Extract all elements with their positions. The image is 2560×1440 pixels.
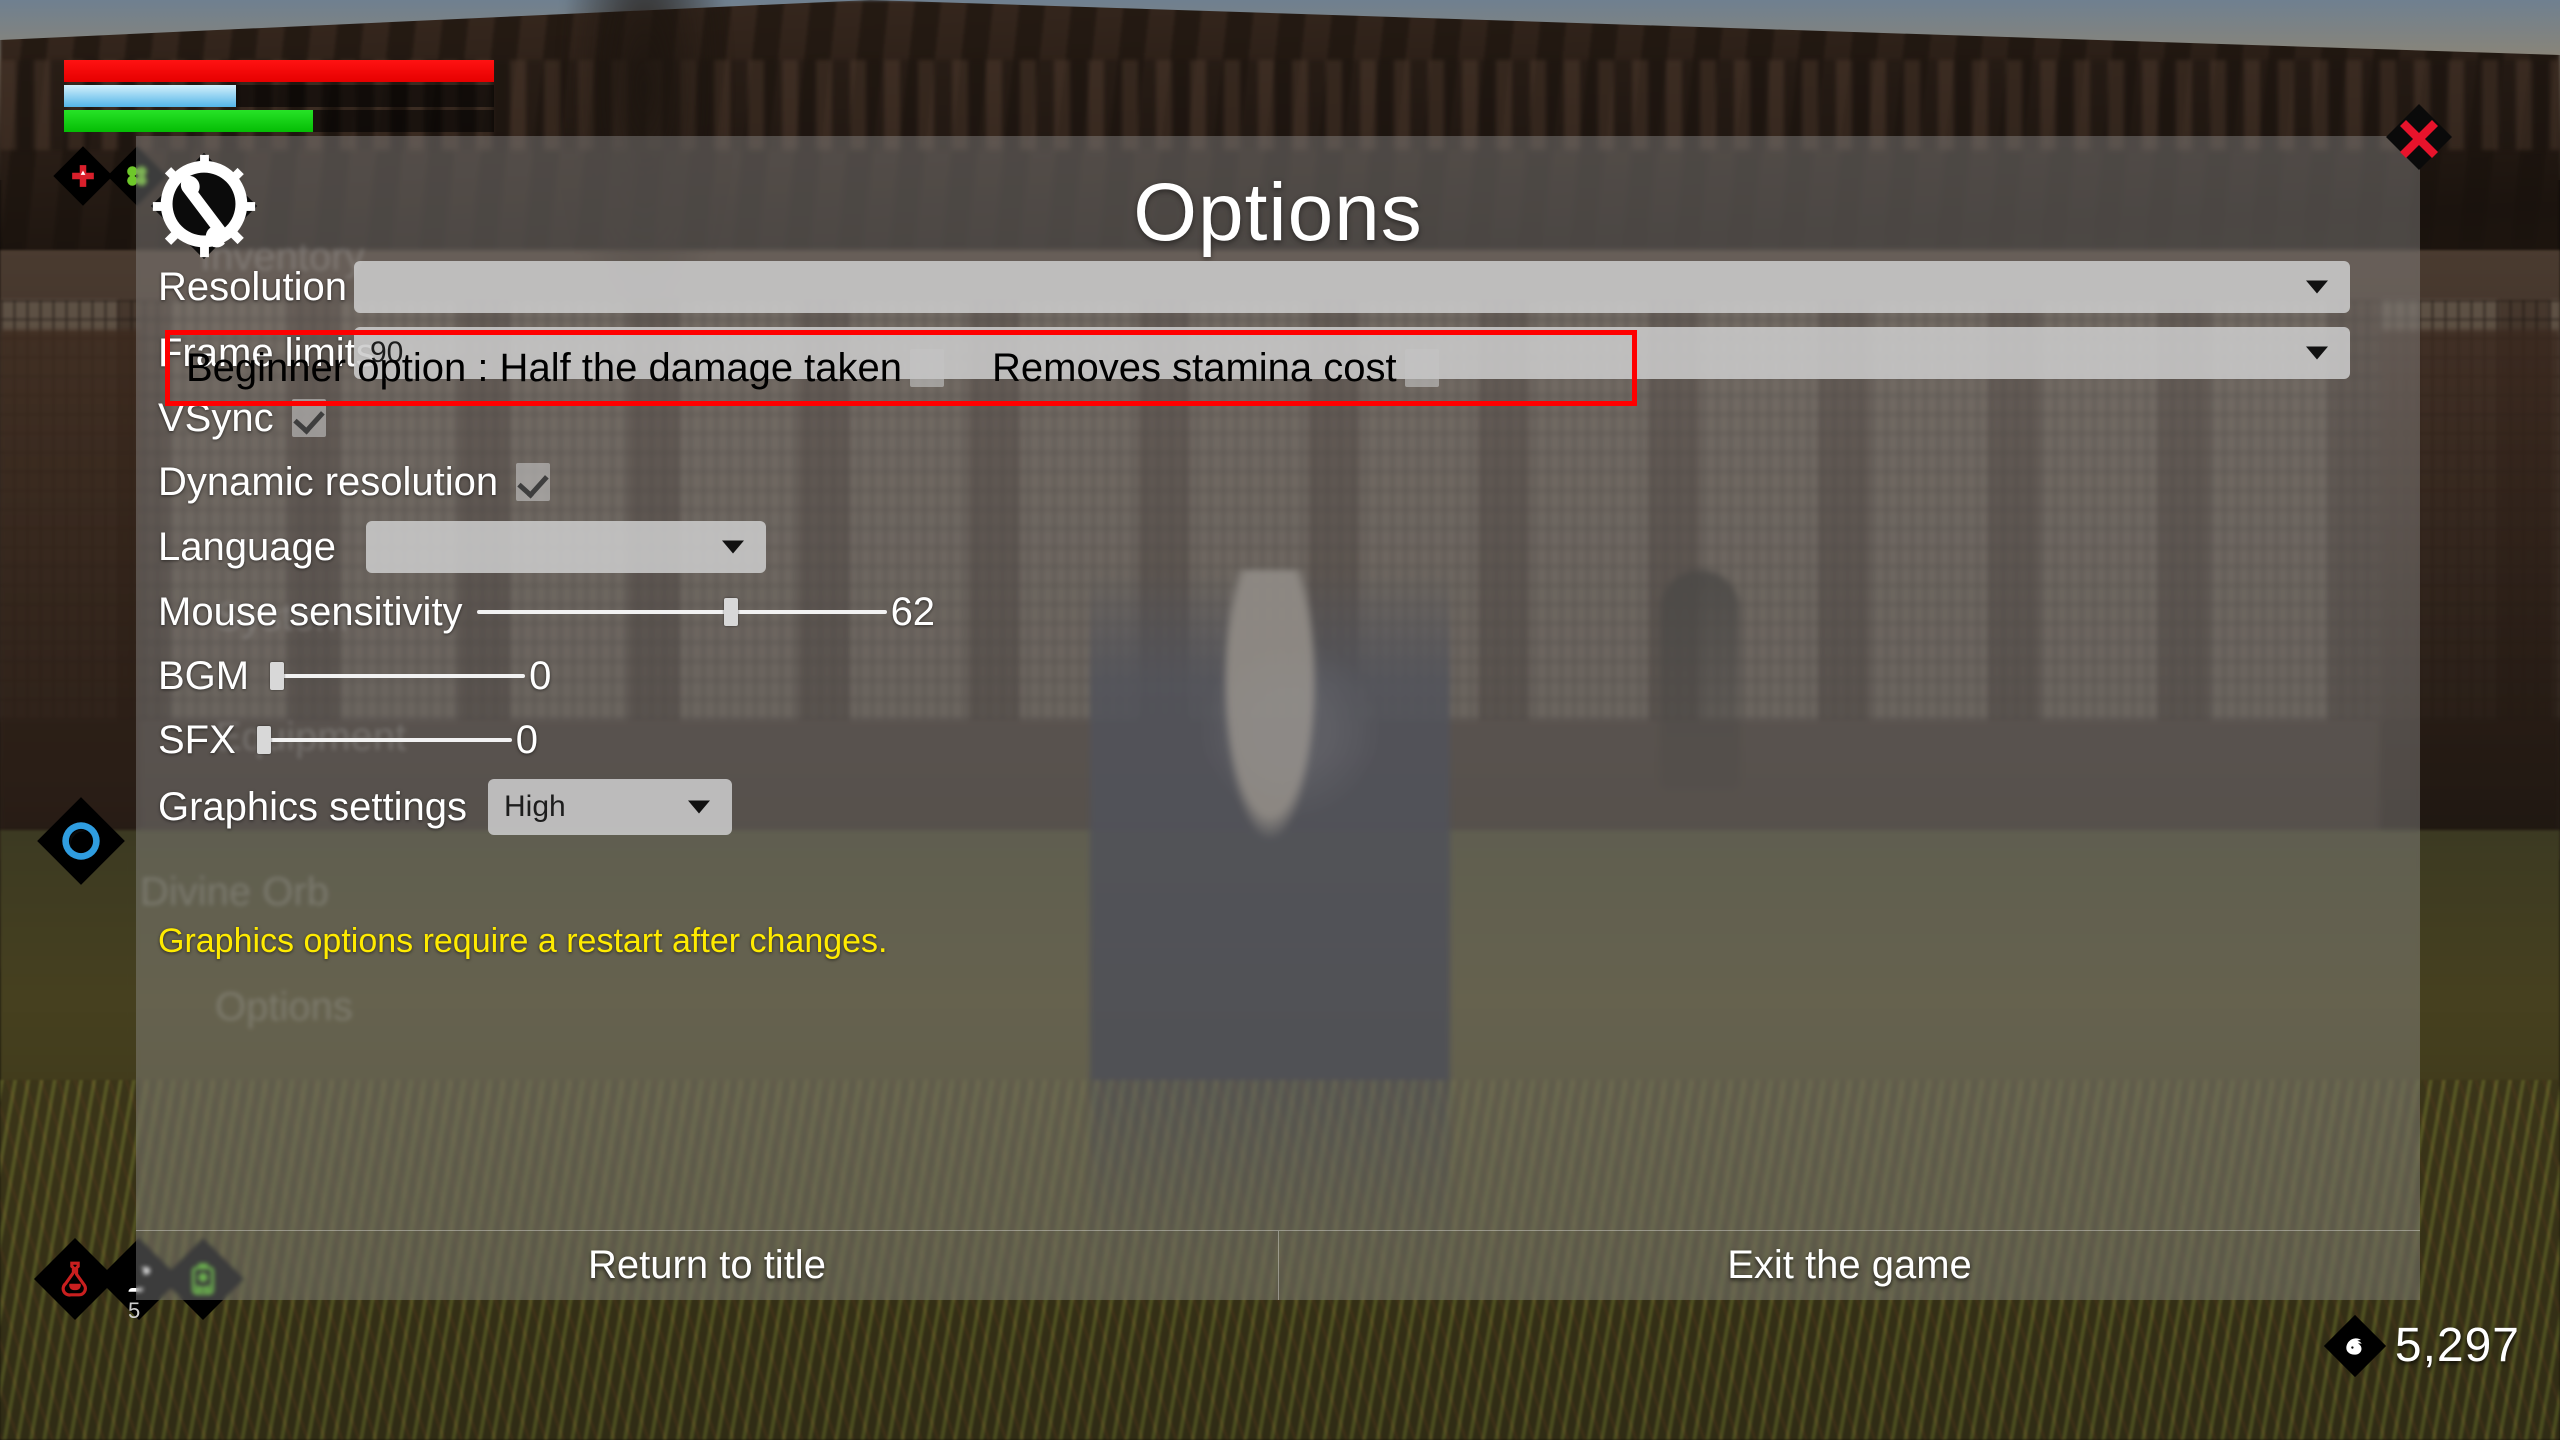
- exit-the-game-button[interactable]: Exit the game: [1278, 1231, 2420, 1300]
- option-row-dynamic-resolution: Dynamic resolution: [136, 450, 2420, 514]
- chevron-down-icon: [688, 800, 710, 814]
- language-dropdown[interactable]: [366, 521, 766, 573]
- demon-head-icon: [2323, 1314, 2386, 1377]
- souls-currency: 5,297: [2323, 1314, 2520, 1377]
- language-label: Language: [158, 524, 336, 569]
- chevron-down-icon: [722, 540, 744, 554]
- red-flask-icon: [61, 1261, 87, 1297]
- resolution-label: Resolution: [158, 264, 348, 309]
- dynamic-resolution-label: Dynamic resolution: [158, 459, 499, 504]
- stamina-bar: [64, 110, 494, 132]
- option-row-graphics-settings: Graphics settings High: [136, 772, 2420, 842]
- graphics-settings-label: Graphics settings: [158, 784, 468, 829]
- close-x-icon: [2386, 104, 2452, 170]
- dynamic-resolution-checkbox[interactable]: [516, 463, 551, 501]
- return-to-title-button[interactable]: Return to title: [136, 1231, 1278, 1300]
- sfx-label: SFX: [158, 717, 236, 762]
- chevron-down-icon: [2306, 346, 2328, 360]
- stamina-bar-fill: [64, 110, 314, 132]
- graphics-settings-dropdown[interactable]: High: [488, 779, 732, 835]
- divine-orb-glyph: [62, 822, 100, 860]
- health-bar: [64, 60, 494, 82]
- divine-orb-icon[interactable]: [37, 797, 125, 885]
- graphics-settings-value: High: [504, 790, 566, 823]
- option-row-bgm: BGM 0: [136, 644, 2420, 708]
- beginner-option-highlight: Beginner option : Half the damage taken …: [165, 330, 1637, 406]
- mouse-sensitivity-value: 62: [890, 589, 936, 634]
- game-screen: Inventory System Equipment Divine Orb Op…: [0, 0, 2560, 1440]
- health-cross-glyph: [72, 165, 94, 187]
- mana-bar: [64, 85, 494, 107]
- sfx-track[interactable]: [256, 726, 512, 754]
- option-row-mouse-sensitivity: Mouse sensitivity 62: [136, 580, 2420, 644]
- health-cross-icon: [53, 146, 113, 206]
- resolution-dropdown[interactable]: [354, 261, 2350, 313]
- panel-footer: Return to title Exit the game: [136, 1230, 2420, 1300]
- hud-status-bars: [64, 60, 494, 135]
- mouse-sensitivity-label: Mouse sensitivity: [158, 589, 463, 634]
- souls-amount: 5,297: [2394, 1319, 2520, 1372]
- bgm-knob[interactable]: [270, 662, 285, 690]
- red-flask-count: 5: [128, 1298, 141, 1323]
- option-row-language: Language: [136, 514, 2420, 580]
- mouse-sensitivity-knob[interactable]: [723, 598, 738, 626]
- beginner-option-label: Beginner option : Half the damage taken: [186, 345, 903, 390]
- beginner-half-damage-checkbox[interactable]: [910, 349, 945, 387]
- bgm-track[interactable]: [270, 662, 526, 690]
- close-button[interactable]: [2382, 100, 2456, 174]
- removes-stamina-cost-label: Removes stamina cost: [992, 345, 1397, 390]
- mouse-sensitivity-track[interactable]: [476, 598, 887, 626]
- mana-bar-fill: [64, 85, 236, 107]
- bgm-slider[interactable]: [270, 662, 526, 690]
- removes-stamina-cost-checkbox[interactable]: [1404, 349, 1439, 387]
- bgm-value: 0: [529, 653, 552, 698]
- chevron-down-icon: [2306, 280, 2328, 294]
- option-row-sfx: SFX 0: [136, 708, 2420, 772]
- option-row-resolution: Resolution: [136, 254, 2420, 320]
- graphics-restart-notice: Graphics options require a restart after…: [158, 922, 888, 960]
- health-bar-fill: [64, 60, 494, 82]
- demon-head-glyph: [2346, 1337, 2362, 1355]
- page-title: Options: [1133, 167, 1423, 258]
- sfx-knob[interactable]: [256, 726, 271, 754]
- mouse-sensitivity-slider[interactable]: [476, 598, 887, 626]
- bgm-label: BGM: [158, 653, 250, 698]
- options-panel: Options Resolution Frame limits 90 VSync…: [136, 104, 2452, 1300]
- divine-orb-slot[interactable]: [37, 797, 125, 885]
- sfx-slider[interactable]: [256, 726, 512, 754]
- sfx-value: 0: [515, 717, 539, 762]
